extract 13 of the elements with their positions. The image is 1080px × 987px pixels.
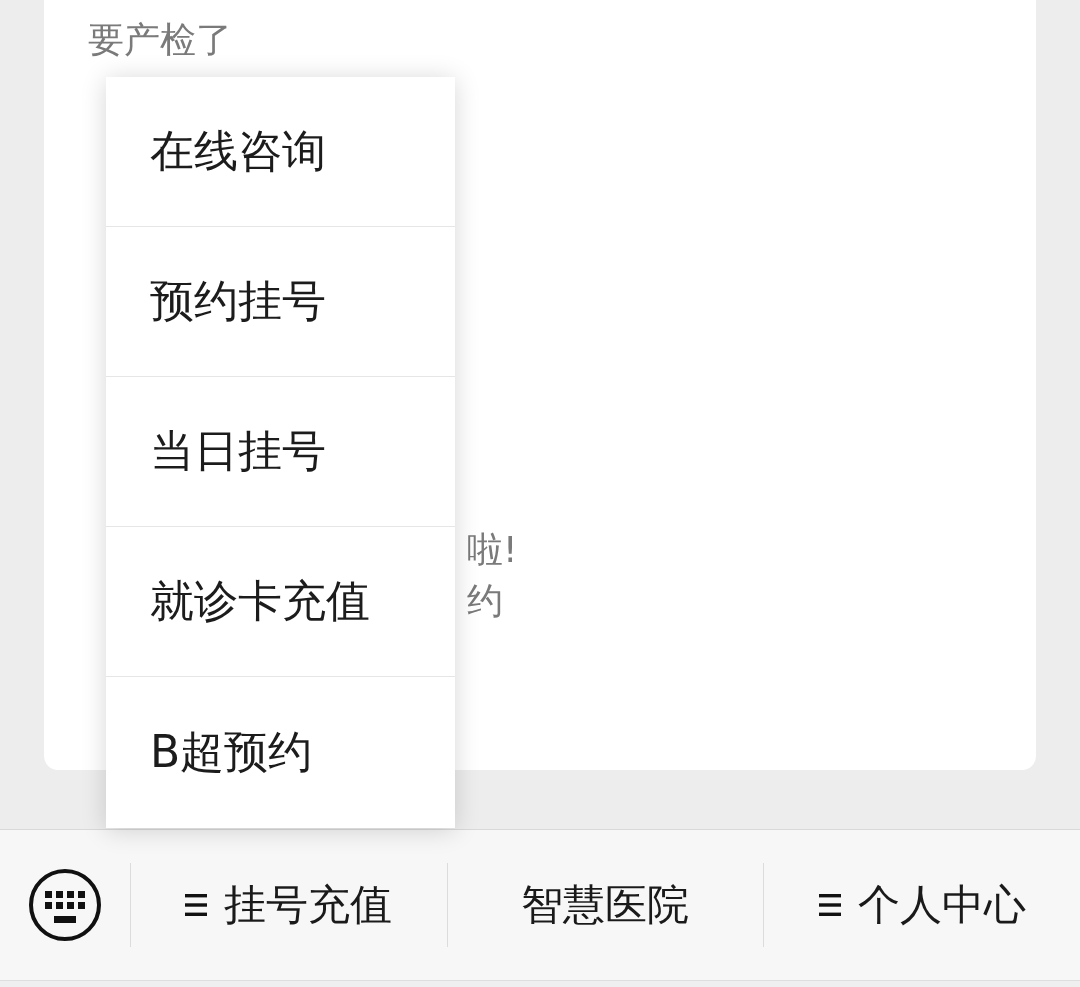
keyboard-toggle-button[interactable]: [29, 869, 101, 941]
menu-button[interactable]: 智慧医院: [521, 879, 690, 931]
menu-item[interactable]: 在线咨询: [106, 77, 455, 227]
menu-button[interactable]: 挂号充值: [185, 879, 393, 931]
menu-item[interactable]: 当日挂号: [106, 377, 455, 527]
message-text: 啦!: [467, 528, 518, 572]
message-text: 要产检了: [88, 18, 232, 62]
message-text: 约: [467, 579, 503, 623]
menu-item[interactable]: 就诊卡充值: [106, 527, 455, 677]
menu-button[interactable]: 个人中心: [818, 879, 1026, 931]
menu-item[interactable]: B超预约: [106, 677, 455, 828]
menu-item[interactable]: 预约挂号: [106, 227, 455, 377]
keyboard-icon: [29, 869, 101, 941]
